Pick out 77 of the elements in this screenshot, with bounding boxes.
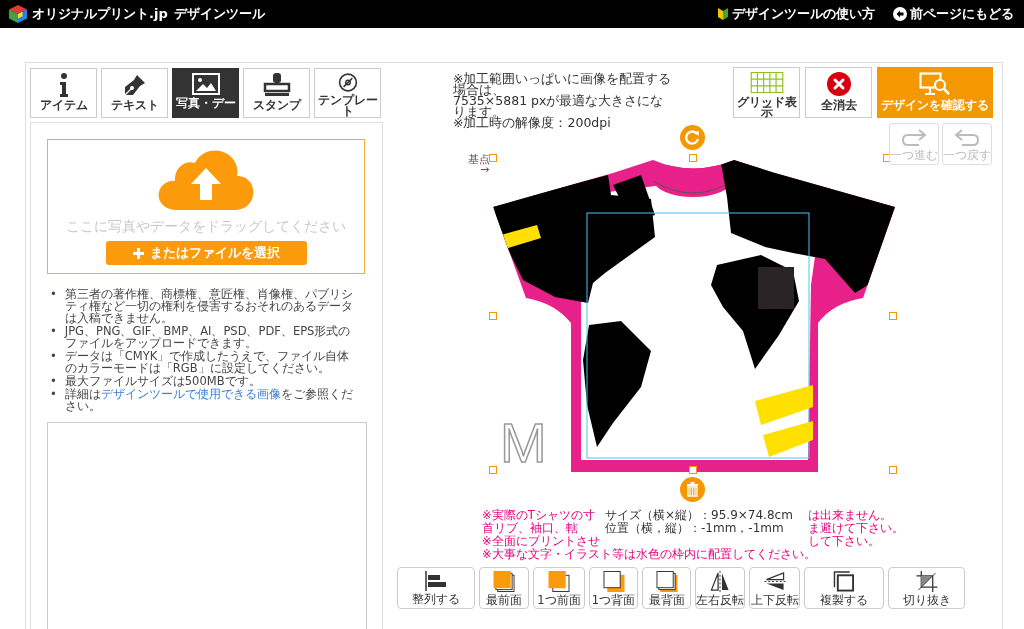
selection-handle[interactable] — [889, 466, 897, 474]
grid-button[interactable]: グリッド表示 — [733, 67, 800, 118]
print-note-text: ま避けて下さい。 — [808, 522, 904, 535]
flip-horizontal-icon — [709, 571, 731, 592]
stamp-icon — [262, 73, 291, 97]
bullet: • — [50, 375, 57, 387]
note-text: 詳細はデザインツールで使用できる画像をご参照ください。 — [64, 388, 354, 412]
print-note-text: ※全面にプリントさせ — [482, 535, 601, 548]
note-text: データは「CMYK」で作成したうえで、ファイル自体のカラーモードは「RGB」に設定してください。 — [64, 350, 351, 374]
undo-icon — [954, 129, 980, 147]
size-text: サイズ（横×縦）：95.9×74.8cm — [605, 509, 794, 522]
forward-button[interactable]: 1つ前面 — [533, 567, 585, 609]
tool-tab[interactable]: テキスト — [101, 68, 168, 118]
trash-icon[interactable] — [680, 477, 705, 502]
info-text: ※加工範囲いっぱいに画像を配置する場合は、 — [453, 73, 673, 95]
tool-tab[interactable]: 写真・デー — [172, 68, 239, 118]
note-text: 第三者の著作権、商標権、意匠権、肖像権、パブリシティ権など一切の権利を侵害するおそれのあるデータは入稿できません。 — [64, 288, 354, 324]
monitor-search-icon — [919, 72, 951, 96]
forward-layer-icon — [548, 571, 570, 592]
selection-handle[interactable] — [489, 466, 497, 474]
print-note-text: して下さい。 — [808, 535, 881, 548]
flip-v-button[interactable]: 上下反転 — [749, 567, 800, 609]
bullet: • — [50, 388, 57, 403]
back-layer-icon — [655, 571, 678, 592]
print-note-text: ※大事な文字・イラスト等は水色の枠内に配置してください。 — [482, 548, 817, 561]
tool-tab[interactable]: アイテム — [30, 68, 97, 118]
print-note-text: 首リブ、袖口、轄 — [482, 522, 579, 535]
flip-vertical-icon — [763, 571, 786, 592]
front-layer-icon — [493, 571, 515, 592]
cloud-upload-icon — [157, 148, 255, 210]
image-guide-link[interactable]: デザインツールで使用できる画像 — [100, 387, 281, 401]
cube-logo-icon — [8, 4, 28, 24]
position-text: 位置（横，縦）：-1mm，-1mm — [605, 522, 785, 535]
selection-handle[interactable] — [489, 312, 497, 320]
crop-icon — [915, 571, 938, 592]
duplicate-button[interactable]: 複製する — [804, 567, 884, 609]
print-note-text: は出来ません。 — [808, 509, 893, 522]
selection-handle[interactable] — [489, 154, 497, 162]
align-button[interactable]: 整列する — [397, 567, 475, 609]
clear-all-button[interactable]: 全消去 — [805, 67, 872, 118]
backward-button[interactable]: 1つ背面 — [589, 567, 638, 609]
back-arrow-icon — [893, 7, 907, 21]
note-text: JPG、PNG、GIF、BMP、AI、PSD、PDF、EPS形式のファイルをアップロードできます。 — [64, 325, 352, 349]
origin-label: 基点 — [468, 152, 490, 167]
leaf-icon — [717, 7, 729, 21]
close-icon — [826, 72, 851, 96]
tool-name: デザインツール — [173, 5, 265, 23]
selection-handle[interactable] — [883, 154, 891, 162]
pen-nib-icon — [122, 73, 147, 97]
tool-tab[interactable]: テンプレート — [314, 68, 381, 118]
rotate-icon[interactable] — [680, 125, 705, 150]
guide-link[interactable]: デザインツールの使い方 — [717, 5, 875, 23]
tool-tab[interactable]: スタンプ — [243, 68, 310, 118]
bullet: • — [50, 288, 57, 303]
align-icon — [424, 571, 448, 591]
front-button[interactable]: 最前面 — [479, 567, 529, 609]
bullet: • — [50, 325, 57, 340]
selection-handle[interactable] — [889, 312, 897, 320]
redo-icon — [901, 129, 927, 147]
flip-h-button[interactable]: 左右反転 — [695, 567, 745, 609]
crop-button[interactable]: 切り抜き — [888, 567, 965, 609]
grid-icon — [749, 72, 784, 93]
backward-layer-icon — [602, 571, 625, 592]
note-text: 最大ファイルサイズは500MBです。 — [64, 375, 262, 387]
site-name: オリジナルプリント.jp — [32, 5, 168, 23]
size-label: M — [500, 413, 547, 473]
image-icon — [191, 73, 220, 95]
selection-handle[interactable] — [689, 466, 697, 474]
print-note-text: ※実際のTシャツの寸 — [482, 509, 596, 522]
duplicate-icon — [833, 571, 855, 592]
back-link[interactable]: 前ページにもどる — [893, 5, 1014, 23]
bullet: • — [50, 350, 57, 365]
info-icon — [58, 73, 69, 97]
back-button[interactable]: 最背面 — [642, 567, 691, 609]
plus-icon — [132, 247, 144, 259]
selection-handle[interactable] — [689, 154, 697, 162]
info-text: ※加工時の解像度：200dpi — [453, 117, 612, 128]
